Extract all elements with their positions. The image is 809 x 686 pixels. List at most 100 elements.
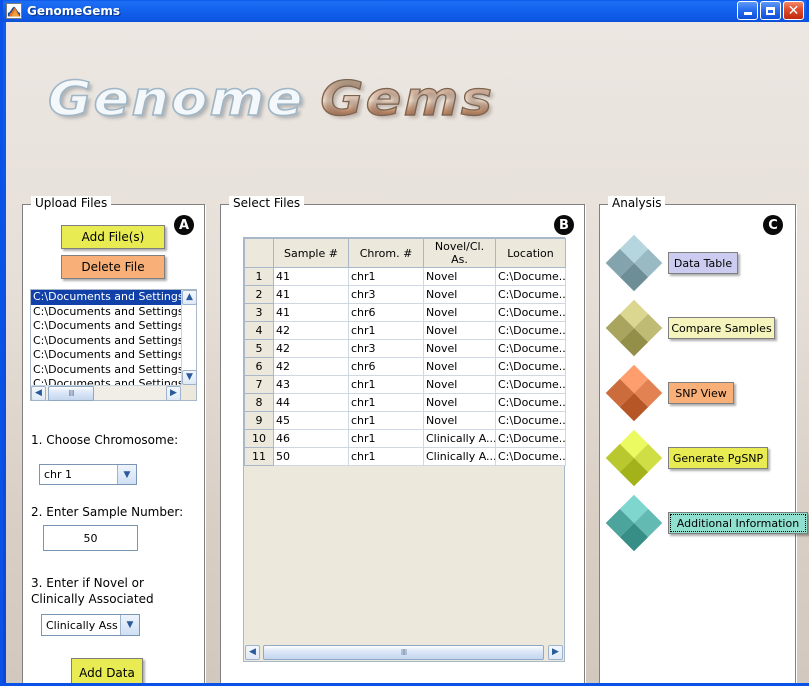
analysis-button-generate-pgsnp[interactable]: Generate PgSNP bbox=[668, 447, 768, 469]
table-cell-rownum[interactable]: 3 bbox=[244, 303, 274, 322]
table-cell-sample[interactable]: 44 bbox=[273, 393, 349, 412]
table-col-location[interactable]: Location bbox=[495, 238, 566, 268]
table-row[interactable]: 5 42 chr3 Novel C:\Docume... bbox=[244, 339, 566, 358]
table-cell-rownum[interactable]: 2 bbox=[244, 285, 274, 304]
table-cell-sample[interactable]: 42 bbox=[273, 357, 349, 376]
table-cell-type[interactable]: Novel bbox=[423, 321, 496, 340]
table-cell-location[interactable]: C:\Docume... bbox=[495, 393, 566, 412]
table-horizontal-scrollbar[interactable]: ◀ ▶ IIII bbox=[244, 644, 564, 661]
listbox-vertical-scrollbar[interactable]: ▲ ▼ bbox=[181, 290, 197, 385]
table-row[interactable]: 6 42 chr6 Novel C:\Docume... bbox=[244, 357, 566, 376]
scroll-left-arrow-icon[interactable]: ◀ bbox=[31, 386, 46, 401]
table-cell-type[interactable]: Novel bbox=[423, 393, 496, 412]
table-cell-location[interactable]: C:\Docume... bbox=[495, 321, 566, 340]
table-cell-sample[interactable]: 42 bbox=[273, 321, 349, 340]
table-cell-type[interactable]: Novel bbox=[423, 267, 496, 286]
table-col-chrom[interactable]: Chrom. # bbox=[348, 238, 424, 268]
list-item[interactable]: C:\Documents and Settings\YAl bbox=[31, 334, 181, 349]
table-cell-chrom[interactable]: chr6 bbox=[348, 303, 424, 322]
list-item[interactable]: C:\Documents and Settings\YAl bbox=[31, 305, 181, 320]
table-cell-chrom[interactable]: chr1 bbox=[348, 447, 424, 466]
table-cell-sample[interactable]: 41 bbox=[273, 285, 349, 304]
table-col-sample[interactable]: Sample # bbox=[273, 238, 349, 268]
list-item[interactable]: C:\Documents and Settings\YAl bbox=[31, 319, 181, 334]
table-cell-chrom[interactable]: chr6 bbox=[348, 357, 424, 376]
table-cell-location[interactable]: C:\Docume... bbox=[495, 447, 566, 466]
table-row[interactable]: 3 41 chr6 Novel C:\Docume... bbox=[244, 303, 566, 322]
add-files-button[interactable]: Add File(s) bbox=[61, 225, 165, 249]
table-cell-location[interactable]: C:\Docume... bbox=[495, 375, 566, 394]
table-hscroll-thumb[interactable]: IIII bbox=[263, 645, 544, 660]
table-cell-location[interactable]: C:\Docume... bbox=[495, 285, 566, 304]
table-row[interactable]: 10 46 chr1 Clinically A... C:\Docume... bbox=[244, 429, 566, 448]
table-cell-chrom[interactable]: chr1 bbox=[348, 411, 424, 430]
table-cell-sample[interactable]: 45 bbox=[273, 411, 349, 430]
table-cell-chrom[interactable]: chr1 bbox=[348, 429, 424, 448]
table-cell-rownum[interactable]: 4 bbox=[244, 321, 274, 340]
analysis-button-snp-view[interactable]: SNP View bbox=[668, 382, 734, 404]
listbox-hscroll-thumb[interactable]: IIII bbox=[48, 386, 94, 401]
table-scroll-right-arrow-icon[interactable]: ▶ bbox=[548, 645, 563, 660]
chevron-down-icon[interactable]: ▼ bbox=[120, 615, 139, 635]
table-cell-chrom[interactable]: chr1 bbox=[348, 375, 424, 394]
table-row[interactable]: 4 42 chr1 Novel C:\Docume... bbox=[244, 321, 566, 340]
scroll-right-arrow-icon[interactable]: ▶ bbox=[166, 386, 181, 401]
list-item[interactable]: C:\Documents and Settings\YAl bbox=[31, 290, 181, 305]
table-row[interactable]: 1 41 chr1 Novel C:\Docume... bbox=[244, 267, 566, 286]
novel-clinical-select[interactable]: Clinically Ass ... ▼ bbox=[41, 614, 140, 636]
listbox-horizontal-scrollbar[interactable]: ◀ ▶ IIII bbox=[31, 385, 181, 401]
table-cell-type[interactable]: Clinically A... bbox=[423, 429, 496, 448]
chromosome-select[interactable]: chr 1 ▼ bbox=[39, 464, 137, 485]
table-cell-chrom[interactable]: chr1 bbox=[348, 321, 424, 340]
table-cell-location[interactable]: C:\Docume... bbox=[495, 339, 566, 358]
close-button[interactable]: ✕ bbox=[783, 1, 804, 20]
selected-files-table-container[interactable]: Sample # Chrom. # Novel/Cl. As. Location… bbox=[243, 237, 566, 662]
table-cell-chrom[interactable]: chr3 bbox=[348, 339, 424, 358]
table-cell-location[interactable]: C:\Docume... bbox=[495, 411, 566, 430]
add-data-button[interactable]: Add Data bbox=[71, 658, 143, 683]
table-cell-rownum[interactable]: 9 bbox=[244, 411, 274, 430]
table-cell-rownum[interactable]: 11 bbox=[244, 447, 274, 466]
sample-number-input[interactable]: 50 bbox=[43, 525, 138, 551]
table-cell-location[interactable]: C:\Docume... bbox=[495, 429, 566, 448]
delete-file-button[interactable]: Delete File bbox=[61, 255, 165, 279]
table-cell-rownum[interactable]: 1 bbox=[244, 267, 274, 286]
uploaded-files-list[interactable]: C:\Documents and Settings\YAl C:\Documen… bbox=[31, 290, 181, 385]
list-item[interactable]: C:\Documents and Settings\YAl bbox=[31, 348, 181, 363]
table-row[interactable]: 9 45 chr1 Novel C:\Docume... bbox=[244, 411, 566, 430]
minimize-button[interactable] bbox=[737, 1, 758, 20]
table-row[interactable]: 7 43 chr1 Novel C:\Docume... bbox=[244, 375, 566, 394]
table-cell-chrom[interactable]: chr1 bbox=[348, 393, 424, 412]
analysis-button-data-table[interactable]: Data Table bbox=[668, 252, 738, 274]
table-cell-type[interactable]: Novel bbox=[423, 303, 496, 322]
table-cell-type[interactable]: Novel bbox=[423, 375, 496, 394]
table-cell-location[interactable]: C:\Docume... bbox=[495, 267, 566, 286]
table-col-rownum[interactable] bbox=[244, 238, 274, 268]
table-cell-chrom[interactable]: chr3 bbox=[348, 285, 424, 304]
list-item[interactable]: C:\Documents and Settings\YAl bbox=[31, 363, 181, 378]
analysis-button-additional-information[interactable]: Additional Information bbox=[668, 512, 808, 534]
table-row[interactable]: 11 50 chr1 Clinically A... C:\Docume... bbox=[244, 447, 566, 466]
table-cell-rownum[interactable]: 7 bbox=[244, 375, 274, 394]
table-cell-type[interactable]: Novel bbox=[423, 357, 496, 376]
table-cell-sample[interactable]: 43 bbox=[273, 375, 349, 394]
table-cell-rownum[interactable]: 10 bbox=[244, 429, 274, 448]
scroll-up-arrow-icon[interactable]: ▲ bbox=[182, 290, 197, 305]
selected-files-table[interactable]: Sample # Chrom. # Novel/Cl. As. Location… bbox=[244, 238, 566, 466]
table-row[interactable]: 2 41 chr3 Novel C:\Docume... bbox=[244, 285, 566, 304]
scroll-down-arrow-icon[interactable]: ▼ bbox=[182, 370, 197, 385]
maximize-button[interactable] bbox=[760, 1, 781, 20]
table-scroll-left-arrow-icon[interactable]: ◀ bbox=[245, 645, 260, 660]
table-cell-location[interactable]: C:\Docume... bbox=[495, 357, 566, 376]
list-item[interactable]: C:\Documents and Settings\YAl bbox=[31, 377, 181, 385]
chevron-down-icon[interactable]: ▼ bbox=[117, 465, 136, 484]
table-col-type[interactable]: Novel/Cl. As. bbox=[423, 238, 496, 268]
table-cell-type[interactable]: Novel bbox=[423, 339, 496, 358]
table-cell-sample[interactable]: 41 bbox=[273, 303, 349, 322]
table-cell-sample[interactable]: 50 bbox=[273, 447, 349, 466]
table-cell-sample[interactable]: 46 bbox=[273, 429, 349, 448]
table-cell-sample[interactable]: 42 bbox=[273, 339, 349, 358]
table-cell-type[interactable]: Novel bbox=[423, 285, 496, 304]
table-row[interactable]: 8 44 chr1 Novel C:\Docume... bbox=[244, 393, 566, 412]
table-cell-type[interactable]: Clinically A... bbox=[423, 447, 496, 466]
